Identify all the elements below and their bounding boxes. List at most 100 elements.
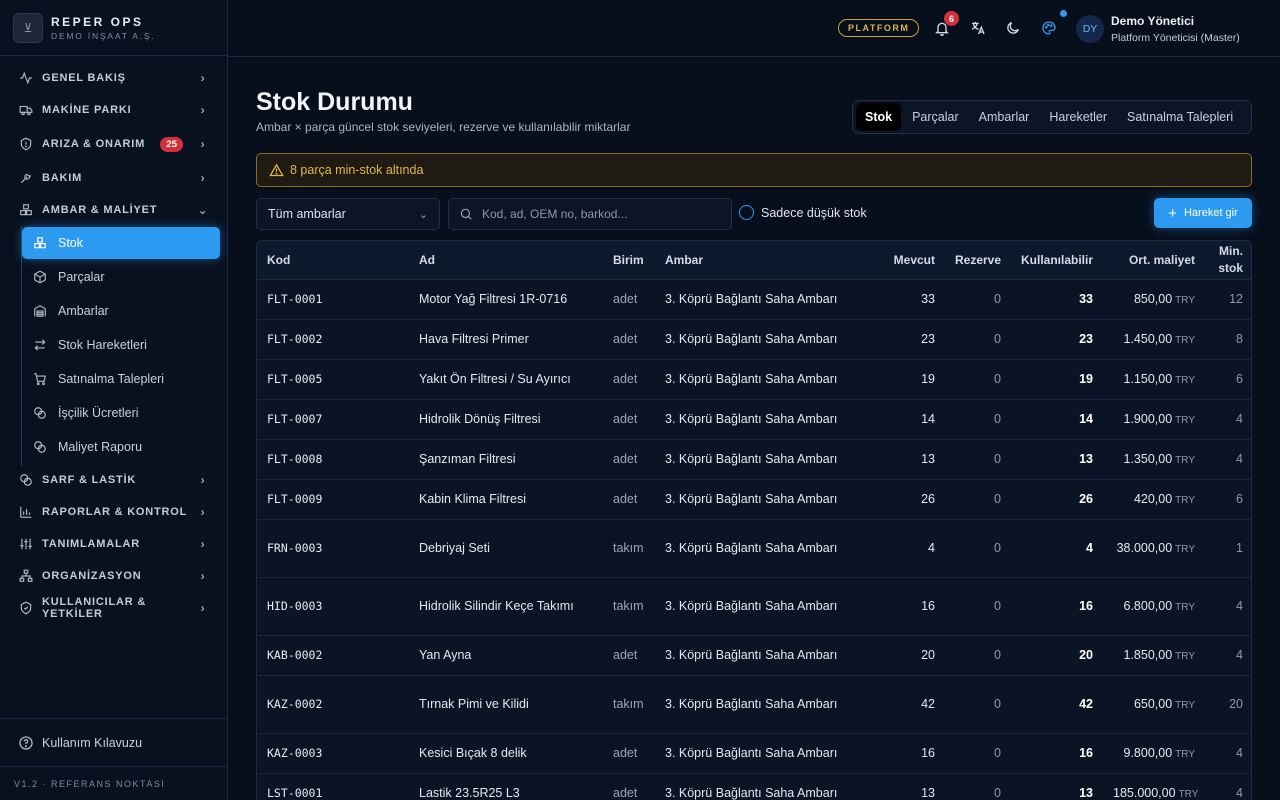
sidebar-subitem-stok-hareketleri[interactable]: Stok Hareketleri [22, 329, 220, 361]
column-header[interactable]: Birim [603, 241, 655, 280]
cell-unit-value: adet [613, 492, 638, 506]
sidebar-item-ariza-onarim[interactable]: ARIZA & ONARIM 25 › [0, 128, 227, 160]
warehouse-select[interactable]: Tüm ambarlar ⌄ [256, 198, 440, 230]
column-header[interactable]: Ad [409, 241, 603, 280]
tab-satinalma-talepleri[interactable]: Satınalma Talepleri [1118, 103, 1242, 131]
sidebar-subitem-maliyet-raporu[interactable]: Maliyet Raporu [22, 431, 220, 463]
table-row[interactable]: FLT-0005 Yakıt Ön Filtresi / Su Ayırıcı ad… [257, 359, 1251, 400]
cell-reserved-value: 0 [994, 452, 1001, 466]
currency-label: TRY [1178, 789, 1199, 800]
table-row[interactable]: FRN-0003 Debriyaj Seti takım 3. Köprü Bağla… [257, 519, 1251, 578]
cell-available: 14 [1011, 399, 1103, 440]
sidebar-subitem-iscilik[interactable]: İşçilik Ücretleri [22, 397, 220, 429]
cart-icon [32, 371, 48, 387]
cell-warehouse-value: 3. Köprü Bağlantı Saha Ambarı [665, 452, 838, 466]
table-row[interactable]: FLT-0002 Hava Filtresi Primer adet 3. Köprü… [257, 319, 1251, 360]
add-movement-label: Hareket gir [1183, 207, 1238, 219]
cell-reserved: 0 [945, 279, 1011, 320]
cell-name-value: Yan Ayna [419, 648, 472, 662]
translate-icon[interactable] [969, 19, 987, 37]
currency-label: TRY [1175, 544, 1195, 555]
table-row[interactable]: LST-0001 Lastik 23.5R25 L3 adet 3. Köprü Ba… [257, 773, 1251, 800]
cell-code: FRN-0003 [257, 519, 409, 578]
cell-available-value: 19 [1079, 372, 1093, 386]
cell-min-stock: 4 [1205, 577, 1251, 636]
cell-unit: adet [603, 733, 655, 774]
sidebar-subitem-stok[interactable]: Stok [22, 227, 220, 259]
moon-icon[interactable] [1004, 19, 1022, 37]
low-stock-filter[interactable]: Sadece düşük stok [739, 205, 867, 220]
tab-stok[interactable]: Stok [856, 103, 902, 131]
sidebar-item-tanimlamalar[interactable]: TANIMLAMALAR › [0, 528, 227, 560]
cell-available-value: 23 [1079, 332, 1093, 346]
sidebar-item-sarf-lastik[interactable]: SARF & LASTİK › [0, 464, 227, 496]
user-guide-link[interactable]: Kullanım Kılavuzu [0, 718, 227, 766]
column-header[interactable]: Min. stok [1205, 241, 1251, 280]
low-stock-label: Sadece düşük stok [761, 205, 867, 220]
search-box[interactable] [448, 198, 732, 230]
sidebar-item-label: GENEL BAKIŞ [42, 72, 126, 84]
table-row[interactable]: KAZ-0002 Tırnak Pimi ve Kilidi takım 3. Köp… [257, 675, 1251, 734]
column-header[interactable]: Rezerve [945, 241, 1011, 280]
table-row[interactable]: FLT-0007 Hidrolik Dönüş Filtresi adet 3. Kö… [257, 399, 1251, 440]
column-header[interactable]: Mevcut [867, 241, 945, 280]
table-row[interactable]: KAB-0002 Yan Ayna adet 3. Köprü Bağlantı Sa… [257, 635, 1251, 676]
boxes-icon [18, 202, 34, 218]
sidebar-item-raporlar[interactable]: RAPORLAR & KONTROL › [0, 496, 227, 528]
sidebar-item-ambar-maliyet[interactable]: AMBAR & MALİYET ⌄ [0, 194, 227, 226]
cell-unit: takım [603, 519, 655, 578]
column-header-label: Min. stok [1218, 243, 1243, 275]
column-header[interactable]: Ort. maliyet [1103, 241, 1205, 280]
table-row[interactable]: KAZ-0003 Kesici Bıçak 8 delik adet 3. Köprü… [257, 733, 1251, 774]
sidebar-subitem-ambarlar[interactable]: Ambarlar [22, 295, 220, 327]
cell-name: Hava Filtresi Primer [409, 319, 603, 360]
currency-label: TRY [1175, 651, 1195, 662]
cell-code: KAZ-0003 [257, 733, 409, 774]
cell-unit-value: adet [613, 648, 638, 662]
cell-reserved: 0 [945, 319, 1011, 360]
sidebar-item-organizasyon[interactable]: ORGANİZASYON › [0, 560, 227, 592]
sidebar-item-label: ORGANİZASYON [42, 570, 142, 582]
sidebar-item-makine-parki[interactable]: MAKİNE PARKI › [0, 94, 227, 126]
palette-icon[interactable] [1040, 19, 1058, 37]
truck-icon [18, 102, 34, 118]
cell-code: FLT-0008 [257, 439, 409, 480]
platform-badge[interactable]: PLATFORM [838, 19, 920, 37]
column-header[interactable]: Kullanılabilir [1011, 241, 1103, 280]
currency-label: TRY [1175, 602, 1195, 613]
cell-avg-cost: 9.800,00 TRY [1103, 733, 1205, 774]
cell-reserved: 0 [945, 773, 1011, 800]
sidebar-item-bakim[interactable]: BAKIM › [0, 162, 227, 194]
column-header[interactable]: Kod [257, 241, 409, 280]
search-input[interactable] [482, 207, 721, 221]
table-row[interactable]: HID-0003 Hidrolik Silindir Keçe Takımı tak… [257, 577, 1251, 636]
sidebar-subitem-satinalma[interactable]: Satınalma Talepleri [22, 363, 220, 395]
table-row[interactable]: FLT-0001 Motor Yağ Filtresi 1R-0716 adet 3.… [257, 279, 1251, 320]
cell-available-value: 42 [1079, 697, 1093, 711]
table-row[interactable]: FLT-0009 Kabin Klima Filtresi adet 3. Köprü… [257, 479, 1251, 520]
currency-label: TRY [1175, 495, 1195, 506]
cell-name: Kabin Klima Filtresi [409, 479, 603, 520]
sidebar-item-label: AMBAR & MALİYET [42, 204, 158, 216]
add-movement-button[interactable]: + Hareket gir [1154, 198, 1252, 228]
sidebar-subitem-parcalar[interactable]: Parçalar [22, 261, 220, 293]
sidebar-item-genel-bakis[interactable]: GENEL BAKIŞ › [0, 62, 227, 94]
cell-available: 13 [1011, 773, 1103, 800]
cell-current: 13 [867, 439, 945, 480]
tab-hareketler[interactable]: Hareketler [1040, 103, 1116, 131]
chevron-right-icon: › [200, 505, 206, 519]
cell-code-value: FRN-0003 [267, 541, 323, 555]
table-row[interactable]: FLT-0008 Şanzıman Filtresi adet 3. Köprü Ba… [257, 439, 1251, 480]
column-header[interactable]: Ambar [655, 241, 867, 280]
cell-min-stock-value: 4 [1236, 412, 1243, 426]
currency-label: TRY [1175, 749, 1195, 760]
wrench-icon [18, 170, 34, 186]
low-stock-checkbox[interactable] [739, 205, 754, 220]
sidebar-item-kullanicilar[interactable]: KULLANICILAR & YETKİLER › [0, 592, 227, 624]
avatar[interactable]: DY [1076, 15, 1104, 43]
chevron-right-icon: › [200, 71, 206, 85]
tab-ambarlar[interactable]: Ambarlar [970, 103, 1039, 131]
cell-avg-cost-value: 6.800,00 [1123, 599, 1173, 613]
tab-parcalar[interactable]: Parçalar [903, 103, 968, 131]
cell-code-value: LST-0001 [267, 786, 323, 800]
